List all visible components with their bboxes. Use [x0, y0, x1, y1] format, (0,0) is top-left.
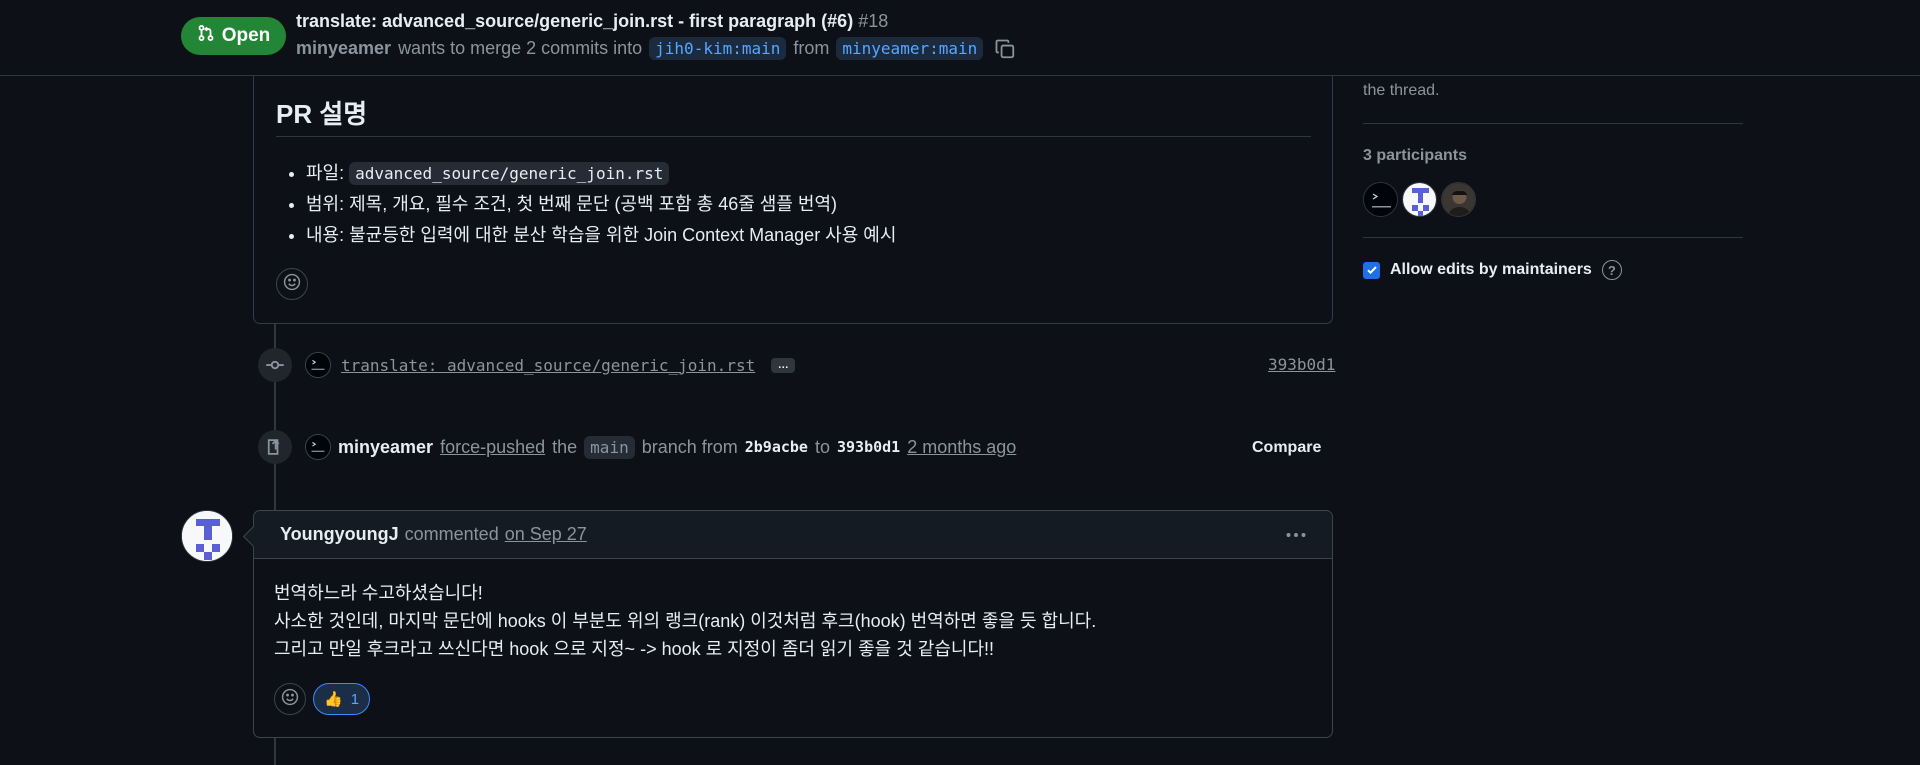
- list-item: 내용: 불균등한 입력에 대한 분산 학습을 위한 Join Context M…: [306, 220, 896, 251]
- participants-heading: 3 participants: [1363, 147, 1468, 164]
- commit-message-link[interactable]: translate: advanced_source/generic_join.…: [341, 356, 755, 375]
- event-author-link[interactable]: minyeamer: [338, 437, 433, 458]
- participants-list: [1363, 182, 1476, 217]
- commit-item: translate: advanced_source/generic_join.…: [305, 352, 796, 378]
- comment-reactions: 👍 1: [274, 683, 371, 715]
- comment-author-link[interactable]: YoungyoungJ: [280, 524, 399, 545]
- force-push-icon: [258, 430, 292, 464]
- add-reaction-button[interactable]: [276, 268, 308, 300]
- avatar[interactable]: [305, 434, 331, 460]
- sidebar-divider: [1363, 237, 1743, 238]
- allow-edits-label: Allow edits by maintainers: [1390, 261, 1592, 278]
- pr-title-text: translate: advanced_source/generic_join.…: [296, 11, 854, 31]
- sticky-pr-header: Open translate: advanced_source/generic_…: [0, 0, 1920, 76]
- pr-author-link[interactable]: minyeamer: [296, 38, 391, 59]
- branch-name[interactable]: main: [584, 435, 635, 459]
- base-branch[interactable]: jih0-kim:main: [649, 37, 787, 60]
- merge-text: wants to merge 2 commits into: [398, 38, 643, 58]
- thumbs-up-icon: 👍: [324, 691, 343, 708]
- commenter-avatar[interactable]: [181, 510, 233, 562]
- force-push-event: minyeamer force-pushed the main branch f…: [305, 434, 1016, 460]
- comment-body: 번역하느라 수고하셨습니다! 사소한 것인데, 마지막 문단에 hooks 이 …: [274, 579, 1096, 663]
- comment-header: YoungyoungJ commented on Sep 27: [254, 511, 1332, 559]
- copy-icon[interactable]: [994, 38, 1016, 60]
- question-icon[interactable]: ?: [1601, 260, 1622, 280]
- to-sha[interactable]: 393b0d1: [837, 438, 900, 456]
- git-pull-request-icon: [197, 24, 215, 48]
- pr-merge-info: minyeamer wants to merge 2 commits into …: [296, 37, 1016, 60]
- reaction-count: 1: [350, 690, 360, 708]
- description-heading: PR 설명: [276, 99, 368, 129]
- sidebar-note: the thread.: [1363, 82, 1440, 99]
- event-time-link[interactable]: 2 months ago: [907, 437, 1016, 458]
- from-sha[interactable]: 2b9acbe: [745, 438, 808, 456]
- compare-button[interactable]: Compare: [1240, 435, 1333, 461]
- allow-edits-checkbox[interactable]: [1363, 261, 1380, 279]
- commit-sha-link[interactable]: 393b0d1: [1268, 355, 1335, 374]
- pr-description-card: PR 설명 파일: advanced_source/generic_join.r…: [253, 60, 1333, 324]
- comment-line: 그리고 만일 후크라고 쓰신다면 hook 으로 지정~ -> hook 로 지…: [274, 639, 995, 659]
- list-item: 범위: 제목, 개요, 필수 조건, 첫 번째 문단 (공백 포함 총 46줄 …: [306, 189, 896, 220]
- pr-state-label: Open: [221, 25, 271, 46]
- participant-avatar[interactable]: [1441, 182, 1476, 217]
- expand-commit-button[interactable]: …: [771, 357, 796, 373]
- thumbs-up-reaction[interactable]: 👍 1: [313, 683, 371, 715]
- avatar[interactable]: [305, 352, 331, 378]
- smiley-icon: [281, 688, 299, 711]
- heading-divider: [276, 136, 1311, 137]
- participant-avatar[interactable]: [1402, 182, 1437, 217]
- smiley-icon: [283, 273, 301, 296]
- sidebar-divider: [1363, 123, 1743, 124]
- participant-avatar[interactable]: [1363, 182, 1398, 217]
- force-pushed-link[interactable]: force-pushed: [440, 437, 545, 458]
- kebab-menu-icon[interactable]: [1284, 523, 1308, 553]
- allow-edits-option: Allow edits by maintainers ?: [1363, 260, 1622, 280]
- pr-number: #18: [858, 11, 889, 31]
- comment-card: YoungyoungJ commented on Sep 27 번역하느라 수고…: [253, 510, 1333, 738]
- add-reaction-button[interactable]: [274, 683, 306, 715]
- from-text: from: [793, 38, 830, 58]
- list-item: 파일: advanced_source/generic_join.rst: [306, 158, 896, 189]
- comment-date-link[interactable]: on Sep 27: [505, 524, 587, 545]
- comment-line: 사소한 것인데, 마지막 문단에 hooks 이 부분도 위의 랭크(rank)…: [274, 611, 1097, 631]
- commit-icon: [258, 348, 292, 382]
- description-list: 파일: advanced_source/generic_join.rst 범위:…: [306, 158, 896, 251]
- head-branch[interactable]: minyeamer:main: [836, 37, 984, 60]
- file-path-code: advanced_source/generic_join.rst: [349, 162, 670, 185]
- comment-line: 번역하느라 수고하셨습니다!: [274, 583, 483, 603]
- pr-state-badge: Open: [181, 17, 286, 55]
- pr-title: translate: advanced_source/generic_join.…: [296, 11, 888, 32]
